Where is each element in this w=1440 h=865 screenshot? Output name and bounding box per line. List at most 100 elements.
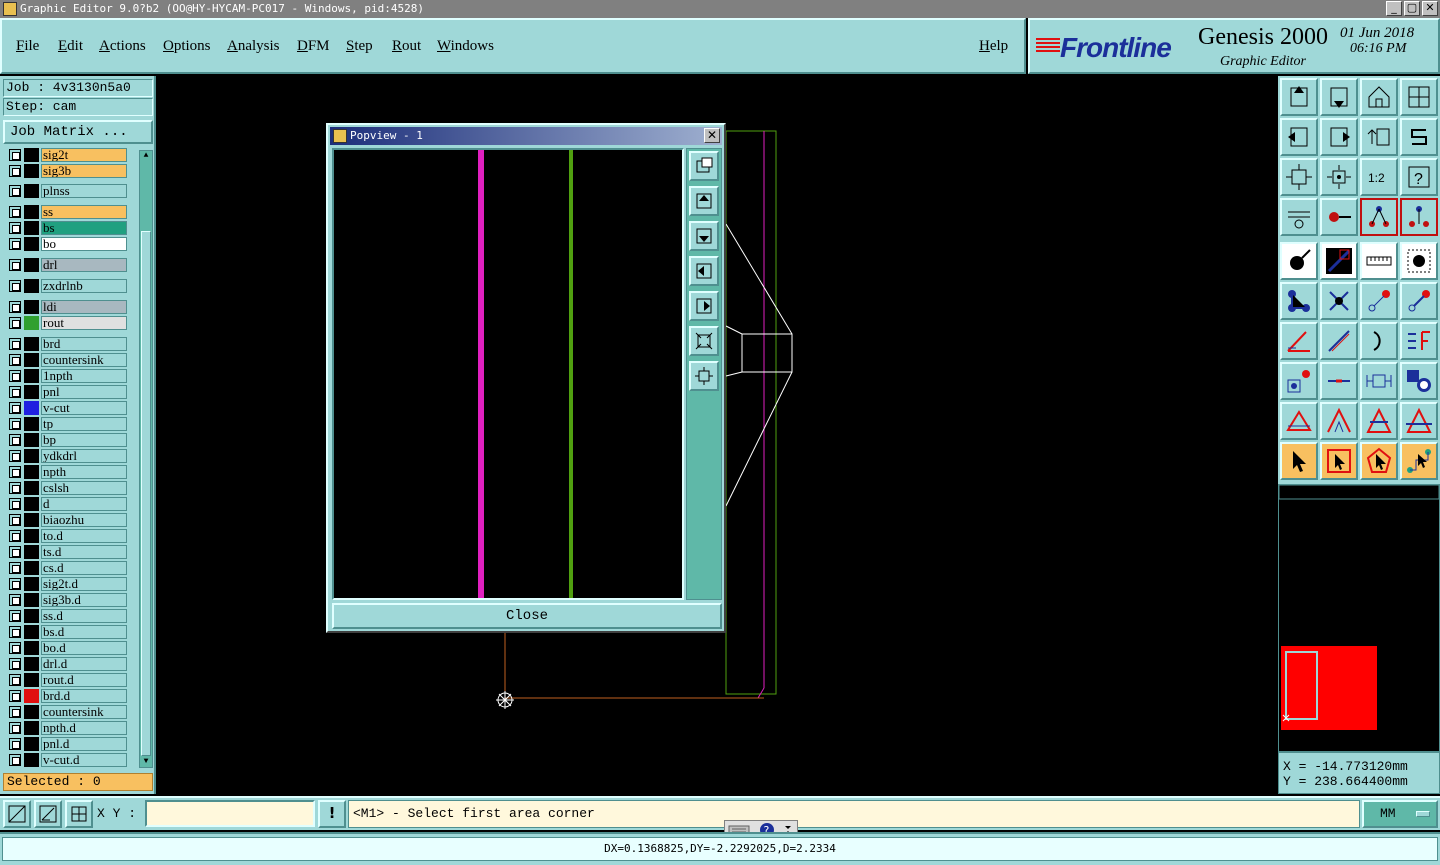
layer-name[interactable]: drl <box>41 258 127 272</box>
grid-snap-icon[interactable] <box>65 800 93 828</box>
layer-row[interactable]: ts.d <box>4 545 128 559</box>
layer-name[interactable]: cslsh <box>41 481 127 495</box>
layer-name[interactable]: brd.d <box>41 689 127 703</box>
layer-row[interactable]: biaozhu <box>4 513 128 527</box>
units-select[interactable]: MM <box>1362 800 1438 828</box>
menu-actions[interactable]: Actions <box>99 38 146 55</box>
pan-right-tool-icon[interactable] <box>1320 118 1358 156</box>
layer-row[interactable]: countersink <box>4 353 128 367</box>
layer-row[interactable]: to.d <box>4 529 128 543</box>
layer-row[interactable]: d <box>4 497 128 511</box>
layer-row[interactable]: bo.d <box>4 641 128 655</box>
layer-name[interactable]: ss.d <box>41 609 127 623</box>
move-point-icon[interactable] <box>1360 282 1398 320</box>
layer-row[interactable]: cs.d <box>4 561 128 575</box>
menu-options[interactable]: Options <box>163 38 211 55</box>
scroll-thumb[interactable] <box>141 231 151 756</box>
popview-close-button[interactable]: Close <box>332 603 722 629</box>
layer-checkbox[interactable] <box>9 238 21 250</box>
layer-checkbox[interactable] <box>9 578 21 590</box>
layer-row[interactable]: zxdrlnb <box>4 279 128 293</box>
minimize-button[interactable]: _ <box>1386 1 1402 16</box>
layer-checkbox[interactable] <box>9 674 21 686</box>
layer-name[interactable]: sig3b <box>41 164 127 178</box>
layer-name[interactable]: biaozhu <box>41 513 127 527</box>
popview-zoom-window-button[interactable] <box>689 151 719 181</box>
triangle-cross-icon[interactable] <box>1400 402 1438 440</box>
layer-row[interactable]: v-cut <box>4 401 128 415</box>
layer-checkbox[interactable] <box>9 690 21 702</box>
zoom-fit-icon[interactable] <box>1280 158 1318 196</box>
menu-windows[interactable]: Windows <box>437 38 494 55</box>
layer-row[interactable]: countersink <box>4 705 128 719</box>
slope-line-icon[interactable] <box>1320 322 1358 360</box>
exclaim-button[interactable]: ! <box>318 800 346 828</box>
layer-row[interactable]: bo <box>4 237 128 251</box>
zoom-center-icon[interactable] <box>1320 158 1358 196</box>
select-arrow-icon[interactable] <box>1280 442 1318 480</box>
layer-name[interactable]: ss <box>41 205 127 219</box>
layer-checkbox[interactable] <box>9 206 21 218</box>
measure-probe-icon[interactable] <box>1320 198 1358 236</box>
layer-row[interactable]: ldi <box>4 300 128 314</box>
layer-row[interactable]: bs <box>4 221 128 235</box>
layer-row[interactable]: plnss <box>4 184 128 198</box>
layer-name[interactable]: bs.d <box>41 625 127 639</box>
add-line-icon[interactable] <box>1320 242 1358 280</box>
surface-icon[interactable] <box>1400 242 1438 280</box>
snap-angle-icon[interactable] <box>34 800 62 828</box>
triangle-line-icon[interactable] <box>1320 402 1358 440</box>
layer-checkbox[interactable] <box>9 738 21 750</box>
popview-zoom-in-button[interactable] <box>689 326 719 356</box>
ruler-icon[interactable] <box>1360 242 1398 280</box>
layer-row[interactable]: bp <box>4 433 128 447</box>
layer-name[interactable]: v-cut.d <box>41 753 127 767</box>
layer-row[interactable]: drl.d <box>4 657 128 671</box>
layer-row[interactable]: 1npth <box>4 369 128 383</box>
layer-checkbox[interactable] <box>9 450 21 462</box>
angle-tool-icon[interactable] <box>1280 322 1318 360</box>
layer-checkbox[interactable] <box>9 706 21 718</box>
layer-name[interactable]: sig2t.d <box>41 577 127 591</box>
layer-checkbox[interactable] <box>9 149 21 161</box>
layer-checkbox[interactable] <box>9 754 21 766</box>
close-window-button[interactable]: ✕ <box>1422 1 1438 16</box>
layer-name[interactable]: npth <box>41 465 127 479</box>
layer-checkbox[interactable] <box>9 185 21 197</box>
popview-close-icon[interactable]: ✕ <box>704 128 720 143</box>
menu-analysis[interactable]: Analysis <box>227 38 280 55</box>
mirror-tool-icon[interactable] <box>1400 322 1438 360</box>
popview-titlebar[interactable]: Popview - 1 <box>330 127 722 145</box>
layer-name[interactable]: ydkdrl <box>41 449 127 463</box>
layer-name[interactable]: bo <box>41 237 127 251</box>
layer-checkbox[interactable] <box>9 594 21 606</box>
layer-name[interactable]: drl.d <box>41 657 127 671</box>
net-connect-icon[interactable] <box>1360 198 1398 236</box>
layer-name[interactable]: zxdrlnb <box>41 279 127 293</box>
resize-icon[interactable] <box>1360 362 1398 400</box>
layer-row[interactable]: ydkdrl <box>4 449 128 463</box>
layer-name[interactable]: rout.d <box>41 673 127 687</box>
popview-pan-down-button[interactable] <box>689 221 719 251</box>
layer-checkbox[interactable] <box>9 434 21 446</box>
layer-name[interactable]: tp <box>41 417 127 431</box>
layer-row[interactable]: v-cut.d <box>4 753 128 767</box>
layer-row[interactable]: bs.d <box>4 625 128 639</box>
layer-name[interactable]: rout <box>41 316 127 330</box>
layer-row[interactable]: brd <box>4 337 128 351</box>
layer-name[interactable]: bp <box>41 433 127 447</box>
shapes-icon[interactable] <box>1400 362 1438 400</box>
layer-row[interactable]: ss <box>4 205 128 219</box>
layer-name[interactable]: d <box>41 497 127 511</box>
layer-checkbox[interactable] <box>9 259 21 271</box>
layer-checkbox[interactable] <box>9 222 21 234</box>
layer-checkbox[interactable] <box>9 562 21 574</box>
layer-checkbox[interactable] <box>9 658 21 670</box>
pan-left-tool-icon[interactable] <box>1280 118 1318 156</box>
layer-checkbox[interactable] <box>9 338 21 350</box>
select-net-icon[interactable] <box>1400 442 1438 480</box>
layer-checkbox[interactable] <box>9 301 21 313</box>
layer-checkbox[interactable] <box>9 546 21 558</box>
layer-checkbox[interactable] <box>9 626 21 638</box>
layer-checkbox[interactable] <box>9 165 21 177</box>
